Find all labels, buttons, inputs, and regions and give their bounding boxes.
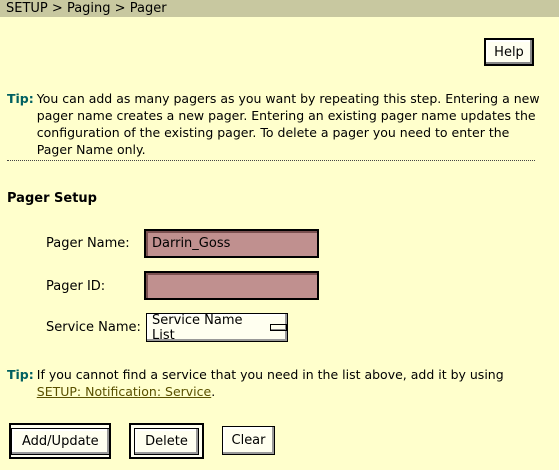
tip-label: Tip: xyxy=(7,91,34,106)
section-divider xyxy=(7,160,535,161)
service-name-selected: Service Name List xyxy=(152,312,243,343)
pager-id-input[interactable] xyxy=(144,271,319,300)
notification-service-link[interactable]: SETUP: Notification: Service xyxy=(37,384,211,399)
delete-button[interactable]: Delete xyxy=(129,423,204,459)
tip-text: If you cannot find a service that you ne… xyxy=(37,366,547,400)
service-name-select[interactable]: Service Name List xyxy=(146,312,288,343)
breadcrumb-pager: Pager xyxy=(129,1,167,16)
tip-text-before: If you cannot find a service that you ne… xyxy=(36,367,504,382)
option-menu-indicator-icon xyxy=(269,324,287,331)
tip-text: You can add as many pagers as you want b… xyxy=(36,91,540,157)
pager-id-label: Pager ID: xyxy=(46,279,106,294)
pager-name-input[interactable] xyxy=(144,229,319,258)
breadcrumb-paging: Paging xyxy=(66,1,111,16)
clear-button[interactable]: Clear xyxy=(222,426,275,455)
breadcrumb-separator: > xyxy=(114,1,126,16)
tip-label: Tip: xyxy=(7,367,34,382)
help-button[interactable]: Help xyxy=(484,38,534,66)
delete-label: Delete xyxy=(134,427,199,455)
breadcrumb-setup: SETUP xyxy=(6,1,48,16)
breadcrumb: SETUP > Paging > Pager xyxy=(0,0,559,17)
pager-name-label: Pager Name: xyxy=(46,236,130,251)
breadcrumb-separator: > xyxy=(51,1,63,16)
add-update-label: Add/Update xyxy=(11,427,110,455)
service-name-label: Service Name: xyxy=(46,320,141,335)
tip-add-pagers: Tip: You can add as many pagers as you w… xyxy=(7,90,547,158)
tip-text-after: . xyxy=(211,384,216,399)
add-update-button[interactable]: Add/Update xyxy=(9,423,111,459)
section-title-pager-setup: Pager Setup xyxy=(7,191,97,206)
tip-missing-service: Tip: If you cannot find a service that y… xyxy=(7,366,547,400)
